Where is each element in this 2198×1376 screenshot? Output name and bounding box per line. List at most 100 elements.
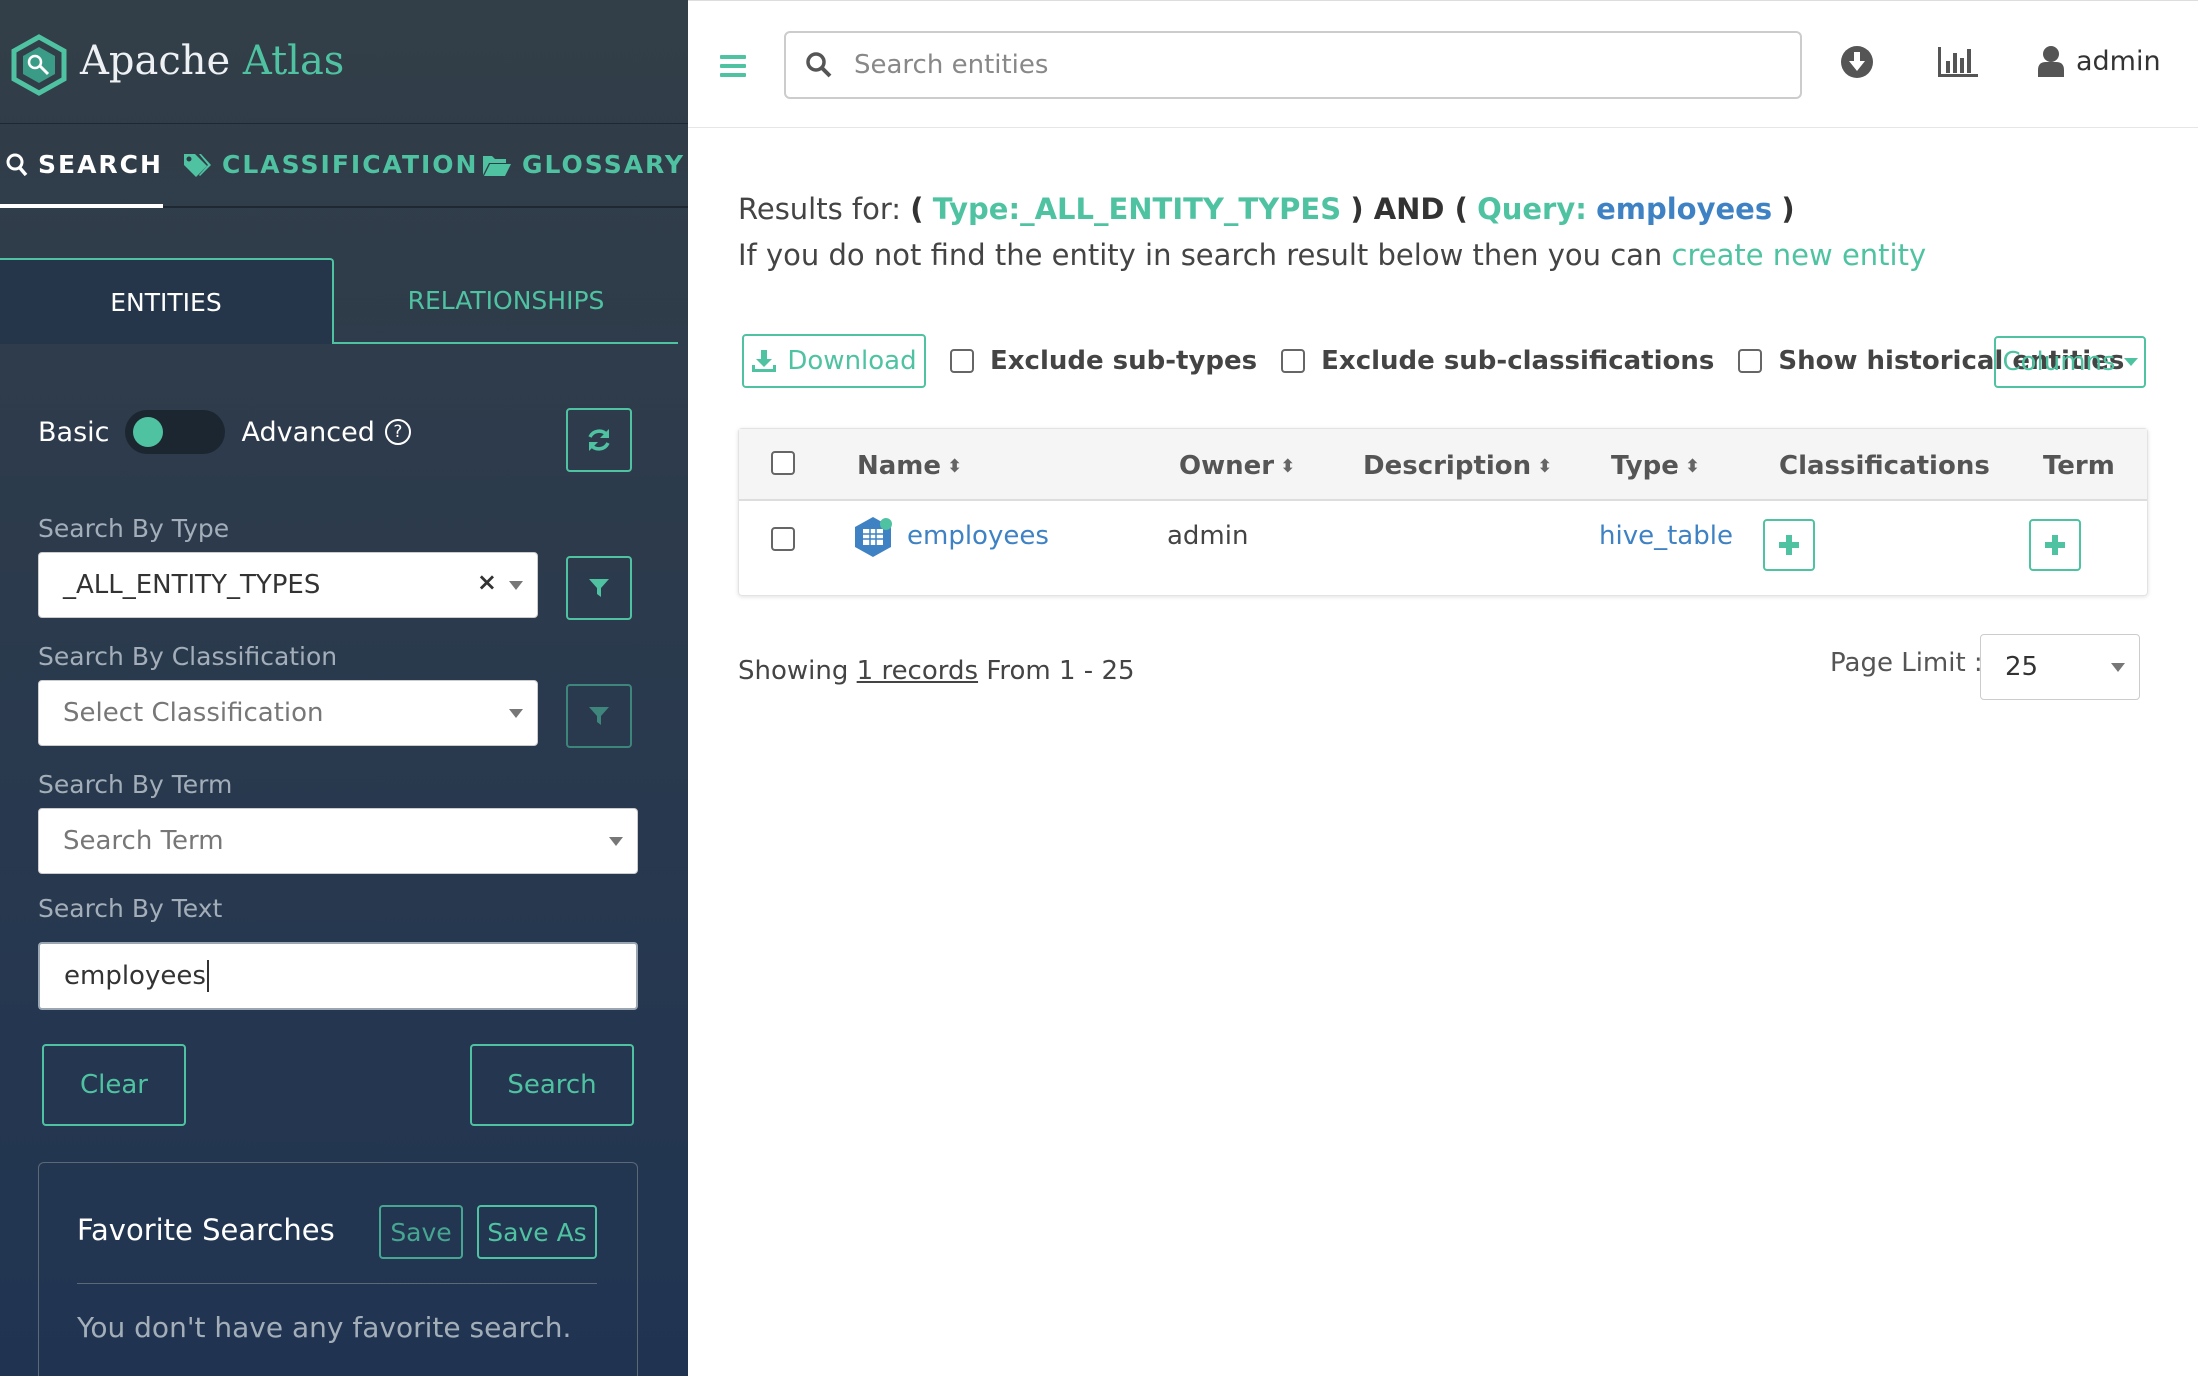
brand-header: Apache Atlas [0,0,688,124]
table-row: employees admin hive_table [739,501,2147,597]
page-limit-select[interactable]: 25 [1980,634,2140,700]
help-icon[interactable]: ? [384,419,411,445]
filter-icon [589,707,609,725]
clear-button[interactable]: Clear [42,1044,186,1126]
search-text-input[interactable]: employees [38,942,638,1010]
add-classification-button[interactable] [1763,519,1815,571]
search-button[interactable]: Search [470,1044,634,1126]
refresh-button[interactable] [566,408,632,472]
records-count[interactable]: 1 records [857,656,978,686]
app-title-plain: Apache [80,38,231,84]
results-and: ) AND ( [1350,192,1468,226]
favorites-divider [77,1283,597,1284]
tab-glossary[interactable]: GLOSSARY [482,150,685,179]
checkbox-box[interactable] [950,349,974,373]
favorites-empty-message: You don't have any favorite search. [77,1311,572,1344]
save-as-favorite-button[interactable]: Save As [477,1205,597,1259]
user-menu[interactable]: admin [2038,45,2161,77]
type-filter-button[interactable] [566,556,632,620]
classification-filter-label: Search By Classification [38,642,338,671]
add-term-button[interactable] [2029,519,2081,571]
exclude-subclassifications-checkbox[interactable]: Exclude sub-classifications [1281,346,1714,376]
chevron-down-icon [2111,663,2125,672]
column-header-description[interactable]: Description ⬍ [1363,451,1552,481]
column-name-label: Name [857,451,942,481]
subtab-relationships[interactable]: RELATIONSHIPS [334,258,678,344]
results-summary: Results for: ( Type:_ALL_ENTITY_TYPES ) … [738,192,1795,226]
save-favorite-button[interactable]: Save [379,1205,463,1259]
user-name: admin [2076,45,2161,77]
column-classifications-label: Classifications [1779,451,1990,481]
tab-search[interactable]: SEARCH [6,150,163,179]
row-checkbox[interactable] [771,527,795,551]
menu-toggle-icon[interactable] [720,55,746,77]
plus-icon [1779,535,1799,555]
entity-name-link[interactable]: employees [907,521,1049,551]
select-all-checkbox[interactable] [771,451,795,475]
create-new-entity-link[interactable]: create new entity [1672,238,1927,272]
type-select[interactable]: _ALL_ENTITY_TYPES × [38,552,538,618]
text-cursor [206,960,209,992]
exclude-subclassifications-label: Exclude sub-classifications [1321,346,1715,376]
search-subtabs: ENTITIES RELATIONSHIPS [0,258,678,344]
columns-button[interactable]: Columns [1994,336,2146,388]
global-search-input[interactable]: Search entities [784,31,1802,99]
column-term-label: Term [2043,451,2115,481]
exclude-subtypes-checkbox[interactable]: Exclude sub-types [950,346,1257,376]
page-limit-label: Page Limit : [1830,648,1983,678]
records-range: From 1 - 25 [986,656,1135,686]
type-filter-label: Search By Type [38,514,230,543]
column-header-type[interactable]: Type ⬍ [1611,451,1700,481]
chevron-down-icon [609,837,623,846]
column-type-label: Type [1611,451,1679,481]
columns-label: Columns [2002,347,2116,377]
search-icon [806,52,832,78]
entity-type-link[interactable]: hive_table [1599,521,1733,551]
column-owner-label: Owner [1179,451,1275,481]
plus-icon [2045,535,2065,555]
basic-label: Basic [38,416,110,448]
records-summary: Showing 1 records From 1 - 25 [738,656,1135,686]
sort-icon: ⬍ [1537,455,1553,477]
results-close-paren: ) [1781,192,1795,226]
table-header: Name ⬍ Owner ⬍ Description ⬍ Type ⬍ Classifi… [739,429,2147,501]
user-icon [2038,46,2064,77]
page-limit-value: 25 [2005,652,2039,682]
classification-select-placeholder: Select Classification [63,698,324,728]
column-header-name[interactable]: Name ⬍ [857,451,962,481]
sort-icon: ⬍ [1280,455,1296,477]
subtab-entities[interactable]: ENTITIES [0,258,334,344]
tab-classification[interactable]: CLASSIFICATION [182,150,478,179]
favorite-searches-panel: Favorite Searches Save Save As You don't… [38,1162,638,1376]
term-select[interactable]: Search Term [38,808,638,874]
hive-table-icon [855,517,892,557]
top-bar: Search entities admin [688,0,2198,128]
column-header-classifications: Classifications [1779,451,1990,481]
results-type-value: _ALL_ENTITY_TYPES [1020,192,1342,226]
basic-advanced-toggle[interactable] [125,410,226,454]
results-prefix: Results for: [738,192,902,226]
checkbox-box[interactable] [1738,349,1763,373]
checkbox-box[interactable] [1281,349,1306,373]
column-header-term: Term [2043,451,2115,481]
column-header-owner[interactable]: Owner ⬍ [1179,451,1295,481]
statistics-chart-icon[interactable] [1936,45,1980,79]
toggle-knob [133,417,164,447]
hint-text: If you do not find the entity in search … [738,238,1663,272]
results-toolbar: Download Exclude sub-types Exclude sub-c… [742,334,2124,388]
download-button[interactable]: Download [742,334,926,388]
type-select-value: _ALL_ENTITY_TYPES [63,570,321,600]
clear-type-icon[interactable]: × [477,568,497,596]
download-circle-icon[interactable] [1840,45,1874,79]
entity-owner: admin [1167,521,1249,551]
active-tab-indicator [0,204,163,208]
app-title[interactable]: Apache Atlas [80,38,344,84]
favorite-searches-title: Favorite Searches [77,1213,335,1247]
classification-select[interactable]: Select Classification [38,680,538,746]
classification-filter-button[interactable] [566,684,632,748]
atlas-logo-icon[interactable] [10,34,68,96]
tab-classification-label: CLASSIFICATION [222,150,479,179]
search-text-value: employees [64,961,206,991]
download-label: Download [787,346,917,376]
search-mode-row: Basic Advanced ? [38,410,411,454]
